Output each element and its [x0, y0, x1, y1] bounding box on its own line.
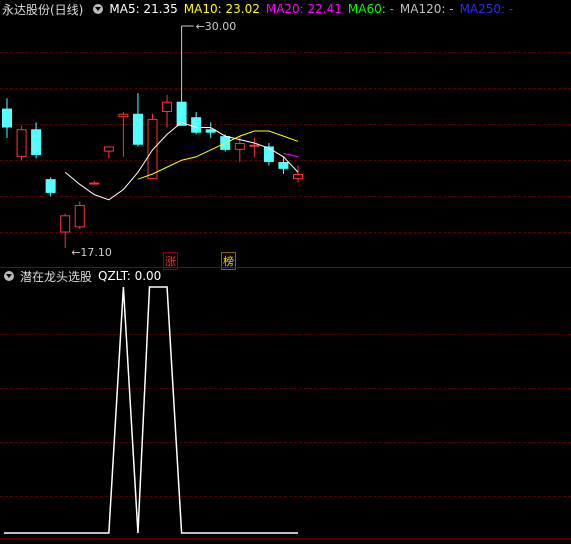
ma10-line — [137, 130, 299, 180]
candle-body-down — [45, 179, 56, 193]
candle-body-down — [31, 129, 42, 156]
candle-body-up — [74, 204, 85, 228]
candle-body-down — [132, 113, 143, 145]
qzlt-line — [4, 286, 298, 534]
candle-body-down — [263, 146, 274, 162]
candle-body-up — [103, 146, 114, 152]
candle-body-up — [162, 101, 173, 113]
low-price-label: ←17.10 — [71, 246, 112, 259]
main-chart-header: 永达股份(日线) MA5: 21.35 MA10: 23.02 MA20: 22… — [0, 1, 571, 17]
indicator-toggle-icon[interactable] — [93, 4, 104, 14]
ma250-label: MA250: - — [459, 2, 514, 16]
candle-body-up — [293, 174, 303, 180]
candle-body-down — [191, 117, 202, 133]
ma10-label: MA10: 23.02 — [183, 2, 260, 16]
candle-body-down — [2, 108, 12, 128]
ma120-label: MA120: - — [399, 2, 454, 16]
ma5-line — [64, 121, 299, 201]
candle-body-up — [147, 118, 158, 180]
candle-body-up — [16, 129, 27, 157]
stock-title: 永达股份(日线) — [2, 2, 84, 17]
qzlt-indicator-chart — [0, 286, 571, 540]
candlestick-chart: ←30.00 ←17.10 — [2, 20, 303, 259]
candle-body-up — [234, 143, 245, 150]
candle-body-down — [278, 161, 289, 169]
ma5-label: MA5: 21.35 — [109, 2, 178, 16]
ma20-line — [283, 152, 299, 158]
candle-body-up — [118, 113, 129, 118]
high-price-label: ←30.00 — [196, 20, 237, 33]
ma20-label: MA20: 22.41 — [265, 2, 342, 16]
ma60-label: MA60: - — [347, 2, 394, 16]
candle-body-up — [60, 215, 71, 233]
candle-body-up — [89, 182, 100, 185]
candle-body-up — [249, 144, 260, 147]
